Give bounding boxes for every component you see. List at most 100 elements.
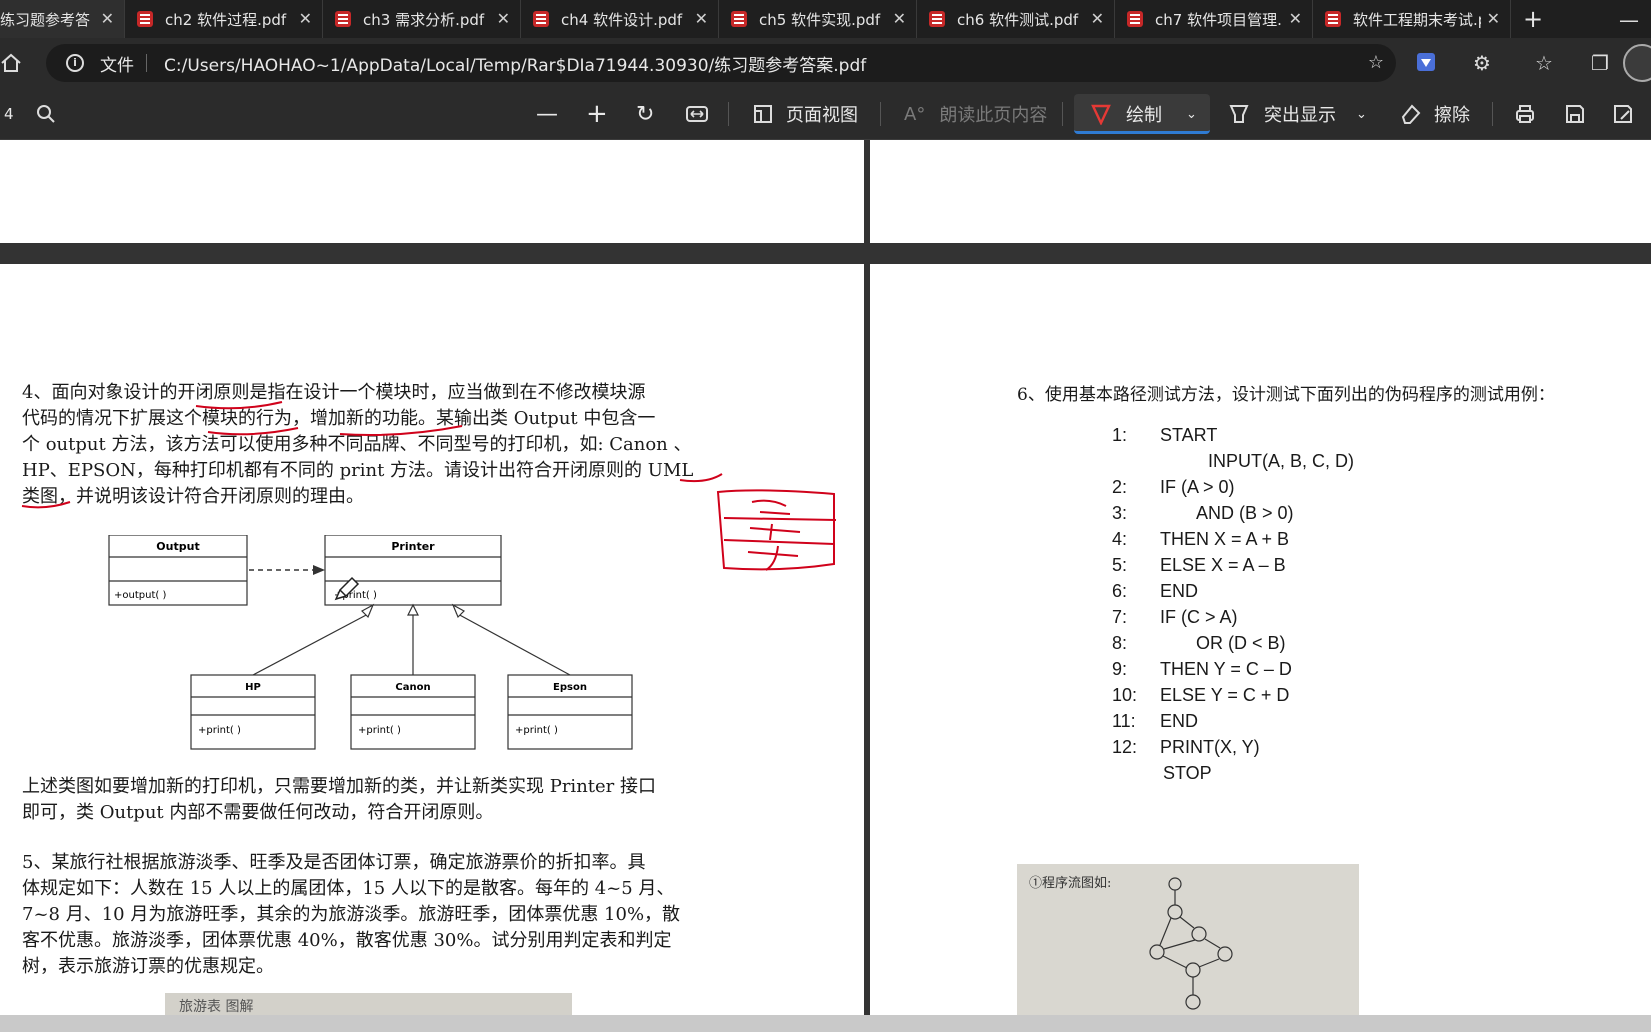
pdf-page-prev-left — [0, 140, 864, 243]
save-icon[interactable] — [1564, 88, 1586, 140]
line-text: IF (A > 0) — [1160, 477, 1235, 497]
line-text: ELSE Y = C + D — [1160, 685, 1290, 705]
line-text: OR (D < B) — [1196, 633, 1286, 653]
info-icon[interactable]: i — [66, 54, 84, 72]
line-number: 8: — [1112, 633, 1128, 653]
horizontal-scrollbar[interactable] — [0, 1015, 1651, 1032]
minimize-button[interactable]: — — [1619, 8, 1639, 32]
tab-label: ch2 软件过程.pdf — [165, 10, 287, 29]
line-number: 9: — [1112, 659, 1128, 679]
divider — [880, 102, 881, 126]
tab-label: ch3 需求分析.pdf — [363, 10, 485, 29]
tab-5[interactable]: ch5 软件实现.pdf ✕ — [719, 0, 917, 38]
line-text: STOP — [1163, 763, 1212, 783]
q4-answer-line: 上述类图如要增加新的打印机，只需要增加新的类，并让新类实现 Printer 接口 — [22, 776, 656, 797]
zoom-out-icon[interactable]: — — [536, 88, 558, 140]
new-tab-button[interactable]: + — [1511, 0, 1555, 38]
line-number: 7: — [1112, 607, 1128, 627]
tab-1[interactable]: 练习题参考答案.pdf ✕ — [0, 0, 125, 38]
home-icon[interactable] — [0, 52, 22, 74]
flow-graph-sketch — [1149, 877, 1233, 1010]
divider — [1062, 102, 1063, 126]
output-class-name: Output — [156, 540, 199, 553]
chevron-down-icon[interactable]: ⌄ — [1356, 88, 1367, 140]
close-icon[interactable]: ✕ — [1289, 9, 1302, 28]
line-text: PRINT(X, Y) — [1160, 737, 1260, 757]
line-number: 11: — [1112, 711, 1136, 731]
q5-line: 体规定如下：人数在 15 人以上的属团体，15 人以下的是散客。每年的 4~5 … — [22, 878, 675, 899]
canon-class: Canon +print( ) — [350, 674, 476, 750]
tab-label: ch6 软件测试.pdf — [957, 10, 1079, 29]
pdf-icon — [929, 11, 945, 27]
epson-op: +print( ) — [515, 725, 558, 736]
pdf-icon — [1325, 11, 1341, 27]
divider — [728, 102, 729, 126]
line-text: THEN Y = C – D — [1160, 659, 1292, 679]
url-field[interactable]: i 文件 C:/Users/HAOHAO~1/AppData/Local/Tem… — [46, 44, 1396, 82]
pdf-page-prev-right — [870, 140, 1651, 243]
draw-button[interactable]: 绘制 — [1090, 88, 1162, 140]
erase-label: 擦除 — [1434, 105, 1470, 126]
page-number[interactable]: 4 — [4, 88, 14, 140]
close-icon[interactable]: ✕ — [497, 9, 510, 28]
realization-arrows — [252, 603, 571, 676]
tab-7[interactable]: ch7 软件项目管理.pdf ✕ — [1115, 0, 1313, 38]
tab-3[interactable]: ch3 需求分析.pdf ✕ — [323, 0, 521, 38]
line-text: IF (C > A) — [1160, 607, 1238, 627]
pdf-toolbar: 4 — + ↻ 页面视图 A° 朗读此页内容 绘制 ⌄ 突出显示 ⌄ 擦除 — [0, 88, 1651, 140]
close-icon[interactable]: ✕ — [101, 9, 114, 28]
tab-2[interactable]: ch2 软件过程.pdf ✕ — [125, 0, 323, 38]
tab-strip: 练习题参考答案.pdf ✕ ch2 软件过程.pdf ✕ ch3 需求分析.pdf… — [0, 0, 1651, 38]
add-favorite-icon[interactable]: ☆ — [1368, 52, 1384, 73]
line-text: ELSE X = A – B — [1160, 555, 1286, 575]
line-number: 4: — [1112, 529, 1128, 549]
q5-line: 5、某旅行社根据旅游淡季、旺季及是否团体订票，确定旅游票价的折扣率。具 — [22, 852, 646, 873]
line-text: START — [1160, 425, 1218, 445]
tab-label: 软件工程期末考试.pdf — [1353, 10, 1481, 29]
collections-icon[interactable]: ❐ — [1588, 51, 1612, 75]
tab-4[interactable]: ch4 软件设计.pdf ✕ — [521, 0, 719, 38]
close-icon[interactable]: ✕ — [695, 9, 708, 28]
pdf-viewer[interactable]: 4、面向对象设计的开闭原则是指在设计一个模块时，应当做到在不修改模块源 代码的情… — [0, 140, 1651, 1015]
profile-avatar[interactable] — [1623, 44, 1651, 82]
hp-op: +print( ) — [198, 725, 241, 736]
save-as-icon[interactable] — [1612, 88, 1634, 140]
address-bar: i 文件 C:/Users/HAOHAO~1/AppData/Local/Tem… — [0, 38, 1651, 88]
page-gap-divider — [864, 140, 870, 1015]
eraser-icon — [1401, 104, 1421, 124]
uml-class-diagram: Output +output( ) Printer +print( ) HP +… — [108, 535, 633, 750]
divider — [1492, 102, 1493, 126]
favorites-icon[interactable]: ☆ — [1532, 51, 1556, 75]
extension-icon[interactable] — [1414, 51, 1438, 75]
line-text: INPUT(A, B, C, D) — [1208, 451, 1355, 471]
extensions-puzzle-icon[interactable]: ⚙ — [1470, 51, 1494, 75]
highlight-button[interactable]: 突出显示 — [1228, 88, 1336, 140]
url-text[interactable]: C:/Users/HAOHAO~1/AppData/Local/Temp/Rar… — [164, 51, 866, 76]
tab-6[interactable]: ch6 软件测试.pdf ✕ — [917, 0, 1115, 38]
close-icon[interactable]: ✕ — [1487, 9, 1500, 28]
print-icon[interactable] — [1514, 88, 1536, 140]
decision-table-photo: 旅游表 图解 — [165, 993, 572, 1015]
read-aloud-button[interactable]: A° 朗读此页内容 — [904, 88, 1047, 140]
search-icon[interactable] — [36, 88, 56, 140]
read-aloud-icon: A° — [904, 103, 926, 125]
tab-label: ch5 软件实现.pdf — [759, 10, 881, 29]
close-icon[interactable]: ✕ — [893, 9, 906, 28]
rotate-icon[interactable]: ↻ — [636, 88, 654, 140]
erase-button[interactable]: 擦除 — [1400, 88, 1470, 140]
close-icon[interactable]: ✕ — [299, 9, 312, 28]
scheme-label: 文件 — [100, 55, 134, 76]
pdf-icon — [533, 11, 549, 27]
highlighter-icon — [1229, 105, 1249, 123]
epson-class-name: Epson — [553, 682, 587, 693]
tab-8[interactable]: 软件工程期末考试.pdf ✕ — [1313, 0, 1511, 38]
page-view-button[interactable]: 页面视图 — [752, 88, 858, 140]
tab-label: ch7 软件项目管理.pdf — [1155, 10, 1283, 29]
fit-width-icon[interactable] — [686, 88, 708, 140]
chevron-down-icon[interactable]: ⌄ — [1186, 88, 1197, 140]
question-5: 5、某旅行社根据旅游淡季、旺季及是否团体订票，确定旅游票价的折扣率。具 体规定如… — [22, 850, 722, 980]
canon-class-name: Canon — [395, 682, 430, 693]
zoom-in-icon[interactable]: + — [586, 88, 608, 140]
dependency-arrow — [313, 565, 325, 575]
close-icon[interactable]: ✕ — [1091, 9, 1104, 28]
